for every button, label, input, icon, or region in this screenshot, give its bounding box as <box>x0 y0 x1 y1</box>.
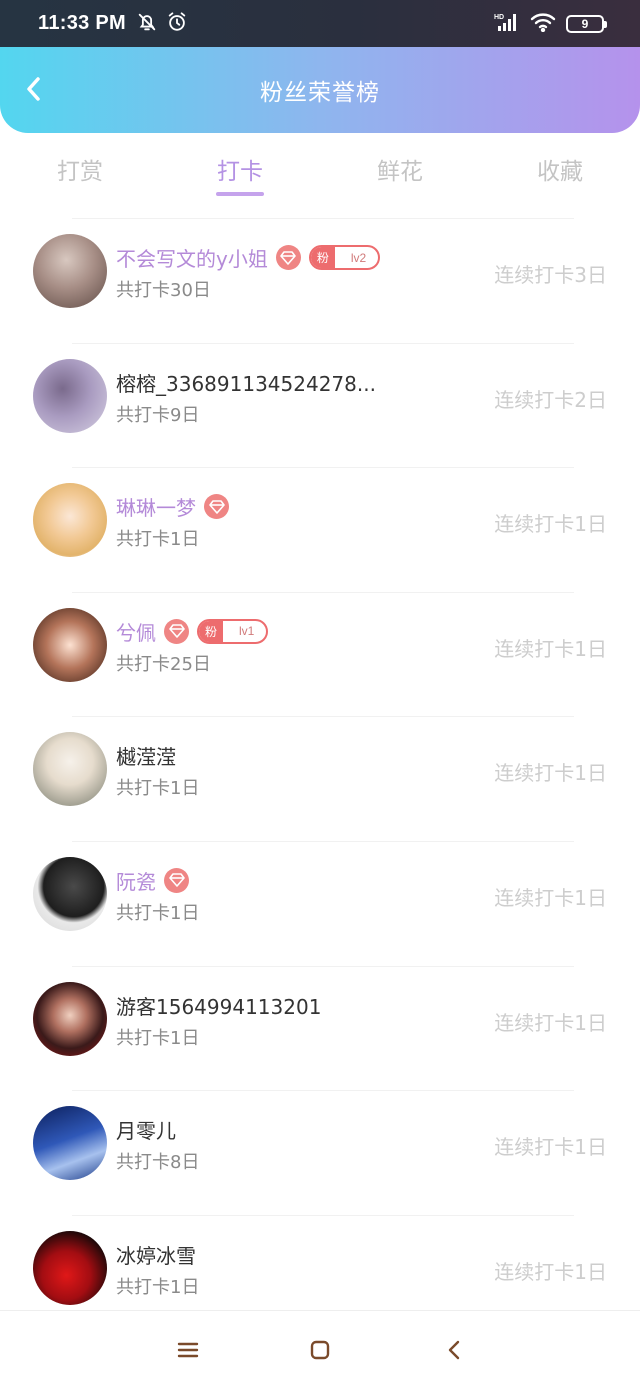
total-checkins: 共打卡9日 <box>116 404 200 426</box>
user-name[interactable]: 阮瓷 <box>116 866 156 895</box>
wifi-icon <box>530 12 556 36</box>
avatar[interactable] <box>33 1106 107 1181</box>
tab-favorites[interactable]: 收藏 <box>480 140 640 202</box>
fan-tag: 粉 <box>310 247 335 268</box>
user-name[interactable]: 琳琳一梦 <box>116 492 196 521</box>
user-name[interactable]: 兮佩 <box>116 617 156 646</box>
user-name[interactable]: 不会写文的y小姐 <box>116 243 268 272</box>
header-bar: 粉丝荣誉榜 <box>0 47 640 133</box>
system-nav-bar <box>0 1310 640 1387</box>
streak-checkins: 连续打卡3日 <box>494 263 607 287</box>
diamond-icon <box>164 618 189 644</box>
alarm-icon <box>166 11 188 37</box>
streak-checkins: 连续打卡2日 <box>494 387 607 412</box>
streak-checkins: 连续打卡1日 <box>494 1010 607 1035</box>
divider <box>72 1090 574 1092</box>
name-line: 游客1564994113201 <box>116 991 321 1020</box>
total-checkins: 共打卡25日 <box>116 653 211 675</box>
avatar[interactable] <box>33 732 107 807</box>
list-item[interactable]: 兮佩 粉 lv1 共打卡25日 连续打卡1日 <box>0 591 640 717</box>
avatar[interactable] <box>33 358 107 433</box>
total-checkins: 共打卡1日 <box>116 902 200 924</box>
user-name[interactable]: 月零儿 <box>116 1115 176 1144</box>
avatar[interactable] <box>33 607 107 682</box>
divider <box>72 342 574 344</box>
divider <box>72 467 574 469</box>
status-bar: 11:33 PM HD 9 <box>0 0 640 47</box>
list-item[interactable]: 不会写文的y小姐 粉 lv2 共打卡30日 连续打卡3日 <box>0 218 640 343</box>
fan-level: lv2 <box>350 250 367 265</box>
name-line: 阮瓷 <box>116 866 189 895</box>
total-checkins: 共打卡30日 <box>116 280 211 301</box>
diamond-icon <box>204 494 229 520</box>
menu-icon <box>177 1342 199 1358</box>
back-button[interactable] <box>18 73 50 105</box>
name-line: 冰婷冰雪 <box>116 1240 196 1269</box>
list-item[interactable]: 琳琳一梦 共打卡1日 连续打卡1日 <box>0 467 640 592</box>
avatar[interactable] <box>33 856 107 931</box>
total-checkins: 共打卡1日 <box>116 1027 200 1049</box>
name-line: 月零儿 <box>116 1115 176 1144</box>
streak-checkins: 连续打卡1日 <box>494 512 607 537</box>
list-item[interactable]: 月零儿 共打卡8日 连续打卡1日 <box>0 1090 640 1215</box>
streak-checkins: 连续打卡1日 <box>494 1259 607 1284</box>
avatar[interactable] <box>33 483 107 558</box>
status-right-icons: HD 9 <box>494 12 607 36</box>
total-checkins: 共打卡8日 <box>116 1152 200 1174</box>
tab-flowers[interactable]: 鲜花 <box>320 140 480 202</box>
name-line: 琳琳一梦 <box>116 492 229 521</box>
user-name[interactable]: 冰婷冰雪 <box>116 1240 196 1269</box>
name-line: 兮佩 粉 lv1 <box>116 617 269 646</box>
menu-button[interactable] <box>176 1338 200 1362</box>
page-title: 粉丝荣誉榜 <box>260 80 380 106</box>
hd-signal-icon: HD <box>494 12 520 36</box>
tab-bar: 打赏 打卡 鲜花 收藏 <box>0 140 640 202</box>
total-checkins: 共打卡1日 <box>116 778 200 800</box>
list-item[interactable]: 游客1564994113201 共打卡1日 连续打卡1日 <box>0 965 640 1091</box>
diamond-icon <box>164 867 189 893</box>
fan-tag: 粉 <box>199 620 223 642</box>
fan-level-badge: 粉 lv2 <box>308 245 381 270</box>
user-name[interactable]: 榕榕_336891134524278... <box>116 368 376 397</box>
list-item[interactable]: 榕榕_336891134524278... 共打卡9日 连续打卡2日 <box>0 342 640 468</box>
home-button[interactable] <box>308 1338 332 1362</box>
streak-checkins: 连续打卡1日 <box>494 1135 607 1160</box>
fan-ranking-list: 不会写文的y小姐 粉 lv2 共打卡30日 连续打卡3日 榕榕_33689113… <box>0 218 640 1339</box>
status-left-icons <box>136 11 188 37</box>
user-name[interactable]: 游客1564994113201 <box>116 991 321 1020</box>
back-triangle-icon <box>448 1340 460 1360</box>
tab-reward[interactable]: 打赏 <box>0 140 160 202</box>
avatar[interactable] <box>33 1230 107 1305</box>
svg-text:HD: HD <box>494 14 504 21</box>
name-line: 樾滢滢 <box>116 741 176 770</box>
avatar[interactable] <box>33 234 107 308</box>
home-square-icon <box>310 1340 330 1360</box>
divider <box>72 591 574 593</box>
fan-level-badge: 粉 lv1 <box>197 618 269 644</box>
user-name[interactable]: 樾滢滢 <box>116 741 176 770</box>
divider <box>72 1214 574 1216</box>
status-time: 11:33 PM <box>38 12 127 34</box>
total-checkins: 共打卡1日 <box>116 529 200 551</box>
name-line: 不会写文的y小姐 粉 lv2 <box>116 243 381 272</box>
list-item[interactable]: 阮瓷 共打卡1日 连续打卡1日 <box>0 840 640 966</box>
divider <box>72 218 574 219</box>
bell-off-icon <box>136 11 158 37</box>
list-item[interactable]: 樾滢滢 共打卡1日 连续打卡1日 <box>0 716 640 841</box>
total-checkins: 共打卡1日 <box>116 1276 200 1298</box>
avatar[interactable] <box>33 981 107 1056</box>
name-line: 榕榕_336891134524278... <box>116 368 376 397</box>
streak-checkins: 连续打卡1日 <box>494 885 607 910</box>
streak-checkins: 连续打卡1日 <box>494 761 607 786</box>
divider <box>72 716 574 718</box>
diamond-icon <box>275 245 301 270</box>
back-nav-button[interactable] <box>442 1338 466 1362</box>
divider <box>72 965 574 967</box>
chevron-left-icon <box>27 77 40 101</box>
divider <box>72 840 574 842</box>
tab-checkin[interactable]: 打卡 <box>160 140 320 202</box>
battery-icon: 9 <box>566 14 607 33</box>
fan-level: lv1 <box>239 624 255 639</box>
streak-checkins: 连续打卡1日 <box>494 636 607 661</box>
